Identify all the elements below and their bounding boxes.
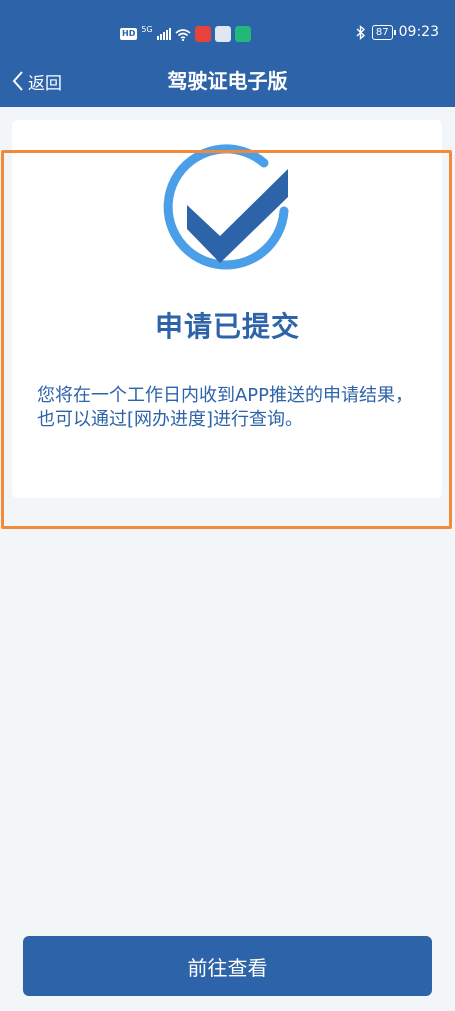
battery-icon: 87	[371, 24, 396, 40]
green-app-icon	[234, 26, 251, 42]
status-bar: HD 5G 87 09:23	[0, 0, 455, 64]
app-header: HD 5G 87 09:23 驾驶证电子版 返回	[0, 0, 455, 107]
signal-icon	[156, 28, 171, 40]
back-button[interactable]: 返回	[12, 68, 62, 94]
robot-app-icon	[214, 26, 231, 42]
page-title: 驾驶证电子版	[167, 69, 288, 93]
wifi-icon	[175, 28, 191, 41]
signal-type-label: 5G	[141, 24, 153, 34]
status-time: 09:23	[398, 24, 439, 40]
status-icons-right: 87 09:23	[356, 24, 439, 40]
hd-icon: HD	[120, 28, 138, 40]
back-label: 返回	[28, 73, 62, 94]
red-app-icon	[194, 26, 211, 42]
highlight-box	[1, 150, 452, 529]
bluetooth-icon	[356, 24, 365, 40]
chevron-left-icon	[12, 71, 23, 91]
status-icons-left: HD 5G	[120, 25, 251, 43]
go-view-button[interactable]: 前往查看	[23, 936, 432, 996]
